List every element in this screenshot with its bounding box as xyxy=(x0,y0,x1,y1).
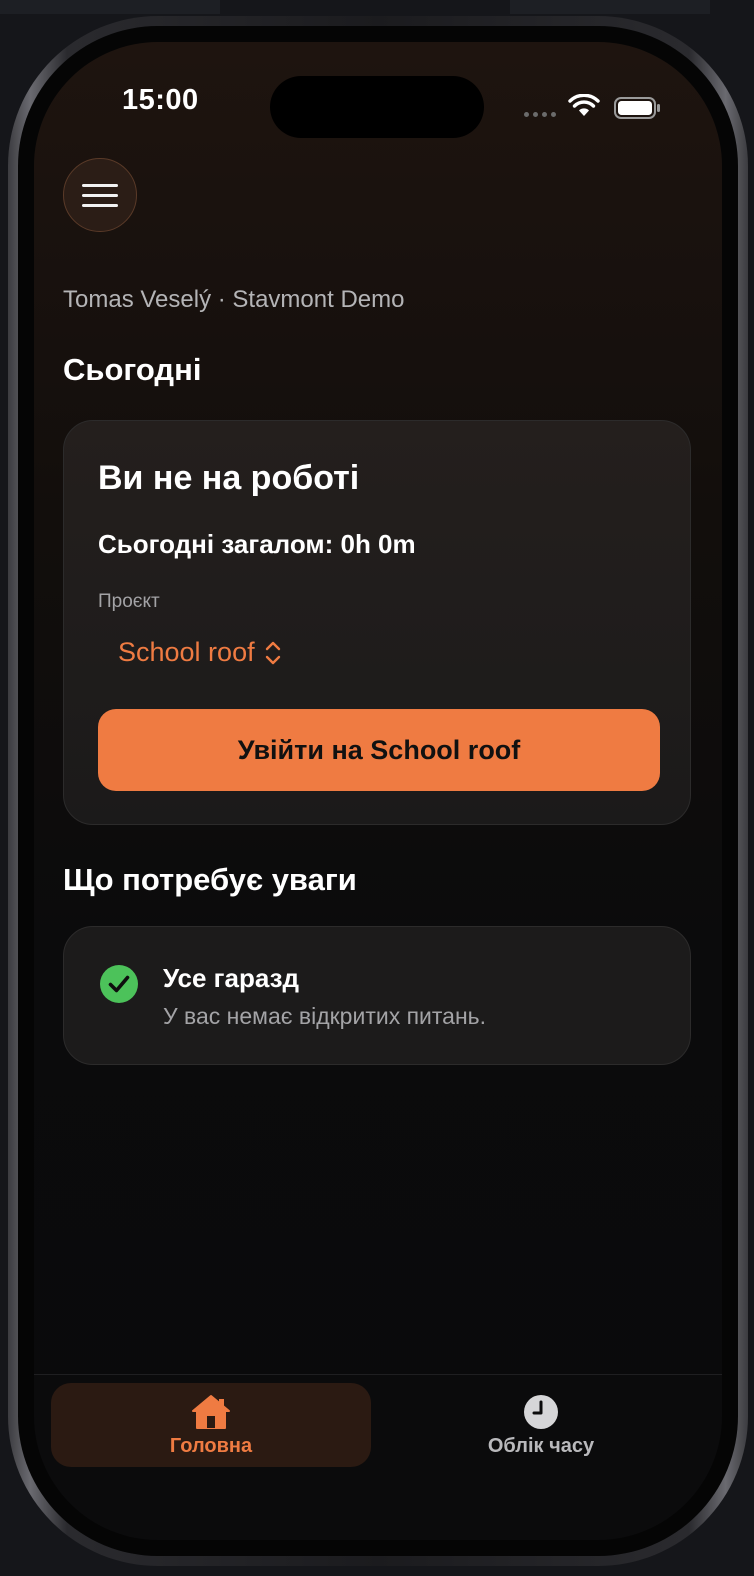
today-section-title: Сьогодні xyxy=(63,352,202,387)
dynamic-island xyxy=(270,76,484,138)
phone-frame: 15:00 Tomas Veselý · Stavmont Demo Сього… xyxy=(8,16,748,1566)
hamburger-icon-line xyxy=(82,203,118,207)
attention-card: Усе гаразд У вас немає відкритих питань. xyxy=(63,926,691,1065)
clock-in-button[interactable]: Увійти на School roof xyxy=(98,709,660,791)
work-status-card: Ви не на роботі Сьогодні загалом: 0h 0m … xyxy=(63,420,691,825)
user-company-line: Tomas Veselý · Stavmont Demo xyxy=(63,286,405,313)
work-status-heading: Ви не на роботі xyxy=(98,459,360,497)
cellular-signal-icon xyxy=(524,112,556,117)
wifi-icon xyxy=(568,94,600,116)
clock-icon xyxy=(524,1394,558,1429)
status-time: 15:00 xyxy=(122,84,199,116)
tab-time-tracking[interactable]: Облік часу xyxy=(386,1383,696,1467)
hamburger-icon-line xyxy=(82,193,118,197)
tab-bar: Головна Облік часу xyxy=(34,1374,722,1540)
tab-home[interactable]: Головна xyxy=(51,1383,371,1467)
house-icon xyxy=(192,1394,230,1429)
today-total: Сьогодні загалом: 0h 0m xyxy=(98,529,416,559)
backdrop-strip xyxy=(0,0,220,14)
backdrop-strip xyxy=(510,0,710,14)
app-screen: 15:00 Tomas Veselý · Stavmont Demo Сього… xyxy=(34,42,722,1540)
menu-button[interactable] xyxy=(63,158,137,232)
hamburger-icon-line xyxy=(82,183,118,187)
tab-time-tracking-label: Облік часу xyxy=(487,1434,595,1457)
project-label: Проєкт xyxy=(98,591,160,612)
tab-home-label: Головна xyxy=(169,1434,253,1457)
phone-bezel: 15:00 Tomas Veselý · Stavmont Demo Сього… xyxy=(18,26,738,1556)
attention-status-subtitle: У вас немає відкритих питань. xyxy=(163,1003,487,1029)
chevron-up-down-icon xyxy=(265,641,280,664)
attention-section-title: Що потребує уваги xyxy=(63,862,357,897)
attention-status-title: Усе гаразд xyxy=(163,963,300,993)
checkmark-circle-icon xyxy=(100,965,138,1003)
project-picker-value: School roof xyxy=(118,637,255,667)
project-picker[interactable]: School roof xyxy=(118,637,281,668)
battery-icon xyxy=(614,97,660,119)
